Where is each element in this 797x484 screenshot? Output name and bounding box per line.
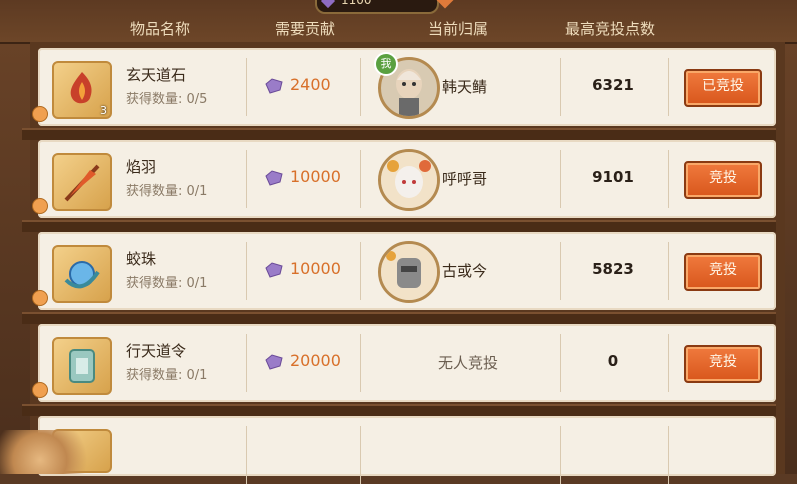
bid-button[interactable]: 竞投: [684, 253, 762, 291]
owner-name: 呼呼哥: [442, 170, 488, 188]
divider: [246, 150, 247, 208]
auction-list[interactable]: 3 玄天道石 获得数量: 0/5 2400 我 韩天鲭 6321 已竞投 焰羽 …: [22, 42, 785, 484]
crystal-icon: [265, 262, 283, 278]
shelf: [22, 404, 776, 416]
bid-button[interactable]: 已竞投: [684, 69, 762, 107]
crystal-icon: [265, 78, 283, 94]
item-name: 焰羽: [126, 158, 157, 176]
divider: [360, 426, 361, 484]
divider: [560, 242, 561, 300]
owner-name: 古或今: [442, 262, 488, 280]
divider: [668, 242, 669, 300]
peach-icon: [32, 106, 48, 122]
currency-pill: 1100: [315, 0, 454, 14]
item-count: 3: [100, 104, 107, 117]
divider: [246, 334, 247, 392]
divider: [560, 58, 561, 116]
flame-stone-icon[interactable]: 3: [52, 61, 112, 119]
contribution-value: 20000: [290, 351, 341, 370]
header-max-bid: 最高竞投点数: [564, 20, 655, 38]
auction-row: [38, 416, 776, 484]
divider: [246, 58, 247, 116]
item-obtained: 获得数量: 0/1: [126, 368, 208, 383]
shelf: [22, 128, 776, 140]
divider: [560, 426, 561, 484]
divider: [668, 426, 669, 484]
crystal-icon: [265, 170, 283, 186]
gem-icon: [320, 0, 336, 9]
owner-status: 无人竞投: [437, 354, 498, 372]
scroll-decoration: [0, 430, 100, 474]
peach-icon: [32, 290, 48, 306]
max-bid: 0: [607, 352, 619, 370]
header-current-owner: 当前归属: [427, 20, 488, 38]
item-obtained: 获得数量: 0/1: [126, 276, 208, 291]
contribution-value: 2400: [290, 75, 331, 94]
item-name: 蛟珠: [126, 250, 157, 268]
crystal-icon: [265, 354, 283, 370]
auction-row: 3 玄天道石 获得数量: 0/5 2400 我 韩天鲭 6321 已竞投: [32, 48, 776, 126]
auction-row: 行天道令 获得数量: 0/1 20000 无人竞投 0 竞投: [32, 324, 776, 402]
divider: [360, 150, 361, 208]
mine-badge: 我: [374, 52, 398, 76]
divider: [560, 150, 561, 208]
auction-row: 蛟珠 获得数量: 0/1 10000 古或今 5823 竞投: [32, 232, 776, 310]
divider: [668, 334, 669, 392]
owner-name: 韩天鲭: [442, 78, 488, 96]
token-icon[interactable]: [52, 337, 112, 395]
add-currency-icon[interactable]: [436, 0, 454, 9]
max-bid: 5823: [592, 260, 634, 278]
currency-value: 1100: [341, 0, 372, 7]
header-required-contribution: 需要贡献: [274, 20, 335, 38]
header-item-name: 物品名称: [129, 20, 190, 38]
divider: [668, 150, 669, 208]
divider: [246, 242, 247, 300]
divider: [246, 426, 247, 484]
divider: [668, 58, 669, 116]
avatar[interactable]: [378, 241, 440, 303]
peach-icon: [32, 198, 48, 214]
contribution-value: 10000: [290, 167, 341, 186]
bid-button[interactable]: 竞投: [684, 345, 762, 383]
avatar[interactable]: [378, 149, 440, 211]
max-bid: 6321: [592, 76, 634, 94]
divider: [360, 334, 361, 392]
bid-button[interactable]: 竞投: [684, 161, 762, 199]
shelf: [22, 220, 776, 232]
table-header: 物品名称 需要贡献 当前归属 最高竞投点数: [0, 14, 797, 44]
item-obtained: 获得数量: 0/5: [126, 92, 208, 107]
dragon-pearl-icon[interactable]: [52, 245, 112, 303]
item-obtained: 获得数量: 0/1: [126, 184, 208, 199]
item-name: 行天道令: [126, 342, 187, 360]
max-bid: 9101: [592, 168, 634, 186]
item-name: 玄天道石: [126, 66, 187, 84]
contribution-value: 10000: [290, 259, 341, 278]
divider: [360, 58, 361, 116]
divider: [560, 334, 561, 392]
shelf: [22, 312, 776, 324]
peach-icon: [32, 382, 48, 398]
divider: [360, 242, 361, 300]
flame-feather-icon[interactable]: [52, 153, 112, 211]
auction-row: 焰羽 获得数量: 0/1 10000 呼呼哥 9101 竞投: [32, 140, 776, 218]
